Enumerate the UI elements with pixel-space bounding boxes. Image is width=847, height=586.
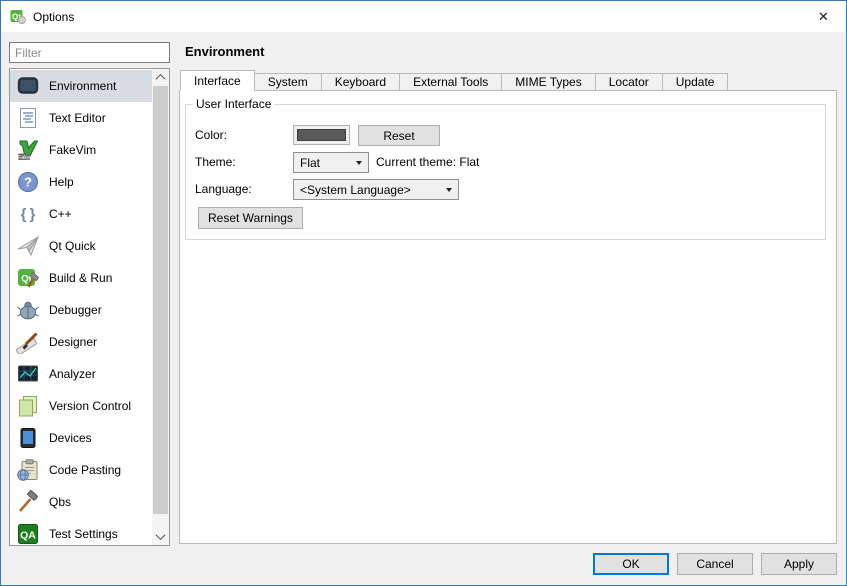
tab-system[interactable]: System: [253, 73, 322, 91]
theme-dropdown-value: Flat: [300, 155, 321, 170]
reset-warnings-button[interactable]: Reset Warnings: [198, 207, 303, 229]
sidebar-item-label: Version Control: [49, 399, 132, 413]
groupbox-title: User Interface: [193, 97, 275, 111]
sidebar-item-label: Analyzer: [49, 367, 96, 381]
version-control-icon: [16, 394, 40, 418]
sidebar-item-label: Qt Quick: [49, 239, 96, 253]
sidebar-item-version-control[interactable]: Version Control: [10, 390, 152, 422]
sidebar-item-label: Test Settings: [49, 527, 118, 541]
sidebar-item-test-settings[interactable]: QA Test Settings: [10, 518, 152, 550]
code-pasting-icon: [16, 458, 40, 482]
cancel-button[interactable]: Cancel: [677, 553, 753, 575]
tab-update[interactable]: Update: [661, 73, 729, 91]
help-icon: ?: [16, 170, 40, 194]
sidebar-item-label: Text Editor: [49, 111, 106, 125]
svg-text:QA: QA: [20, 530, 36, 542]
qt-creator-logo-icon: Qt: [10, 9, 26, 25]
test-settings-icon: QA: [16, 522, 40, 546]
apply-button[interactable]: Apply: [761, 553, 837, 575]
sidebar-item-qbs[interactable]: Qbs: [10, 486, 152, 518]
category-list: Environment Text Editor Fake FakeVim ? H…: [9, 68, 170, 546]
sidebar-item-label: Designer: [49, 335, 98, 349]
svg-text:Fake: Fake: [18, 155, 30, 161]
chevron-up-icon: [155, 73, 166, 84]
close-button[interactable]: ✕: [801, 1, 846, 32]
color-swatch: [297, 129, 346, 141]
qbs-icon: [16, 490, 40, 514]
sidebar-item-label: FakeVim: [49, 143, 97, 157]
scroll-down-button[interactable]: [152, 528, 169, 545]
list-scrollbar[interactable]: [152, 69, 169, 545]
sidebar-item-label: Build & Run: [49, 271, 113, 285]
filter-input[interactable]: [9, 42, 170, 63]
tab-locator[interactable]: Locator: [594, 73, 663, 91]
interface-tab-pane: User Interface Color: Reset Theme: Flat …: [179, 90, 837, 544]
ok-button[interactable]: OK: [593, 553, 669, 575]
sidebar-item-label: Devices: [49, 431, 92, 445]
sidebar-item-build-run[interactable]: Qt Build & Run: [10, 262, 152, 294]
sidebar-item-analyzer[interactable]: Analyzer: [10, 358, 152, 390]
tab-mime-types[interactable]: MIME Types: [501, 73, 596, 91]
qt-quick-icon: [16, 234, 40, 258]
dropdown-arrow-icon: [356, 161, 362, 165]
environment-icon: [16, 74, 40, 98]
tab-external-tools[interactable]: External Tools: [399, 73, 503, 91]
sidebar-item-designer[interactable]: Designer: [10, 326, 152, 358]
sidebar-item-label: Qbs: [49, 495, 72, 509]
sidebar-item-code-pasting[interactable]: Code Pasting: [10, 454, 152, 486]
color-picker-button[interactable]: [293, 125, 350, 145]
dropdown-arrow-icon: [446, 188, 452, 192]
color-label: Color:: [195, 128, 228, 142]
theme-label: Theme:: [195, 155, 236, 169]
sidebar-item-label: Help: [49, 175, 74, 189]
designer-icon: [16, 330, 40, 354]
sidebar-item-help[interactable]: ? Help: [10, 166, 152, 198]
language-dropdown-value: <System Language>: [300, 182, 411, 197]
devices-icon: [16, 426, 40, 450]
sidebar-item-fakevim[interactable]: Fake FakeVim: [10, 134, 152, 166]
svg-text:?: ?: [24, 175, 32, 190]
sidebar-item-cpp[interactable]: { } C++: [10, 198, 152, 230]
user-interface-groupbox: User Interface Color: Reset Theme: Flat …: [185, 97, 826, 240]
sidebar-item-qt-quick[interactable]: Qt Quick: [10, 230, 152, 262]
cpp-icon: { }: [16, 202, 40, 226]
chevron-down-icon: [155, 530, 166, 541]
debugger-icon: [16, 298, 40, 322]
sidebar-item-debugger[interactable]: Debugger: [10, 294, 152, 326]
fakevim-icon: Fake: [16, 138, 40, 162]
sidebar-item-environment[interactable]: Environment: [10, 70, 152, 102]
text-editor-icon: [16, 106, 40, 130]
tabbar: Interface System Keyboard External Tools…: [180, 70, 729, 91]
sidebar-item-text-editor[interactable]: Text Editor: [10, 102, 152, 134]
analyzer-icon: [16, 362, 40, 386]
scrollbar-thumb[interactable]: [153, 86, 168, 514]
tab-interface[interactable]: Interface: [180, 70, 255, 91]
reset-color-button[interactable]: Reset: [358, 125, 440, 146]
theme-dropdown[interactable]: Flat: [293, 152, 369, 173]
sidebar-item-label: Debugger: [49, 303, 102, 317]
sidebar-item-label: Environment: [49, 79, 117, 93]
sidebar-item-label: C++: [49, 207, 72, 221]
build-run-icon: Qt: [16, 266, 40, 290]
tab-keyboard[interactable]: Keyboard: [320, 73, 401, 91]
sidebar-item-label: Code Pasting: [49, 463, 122, 477]
language-dropdown[interactable]: <System Language>: [293, 179, 459, 200]
options-dialog: Qt Options ✕ Environment: [0, 0, 847, 586]
sidebar-item-devices[interactable]: Devices: [10, 422, 152, 454]
scroll-up-button[interactable]: [152, 69, 169, 86]
language-label: Language:: [195, 182, 252, 196]
svg-text:{ }: { }: [21, 206, 36, 223]
page-title: Environment: [185, 44, 265, 59]
window-title: Options: [33, 9, 75, 24]
category-list-items: Environment Text Editor Fake FakeVim ? H…: [10, 70, 152, 550]
titlebar: Qt Options ✕: [1, 1, 846, 32]
current-theme-text: Current theme: Flat: [376, 155, 480, 169]
